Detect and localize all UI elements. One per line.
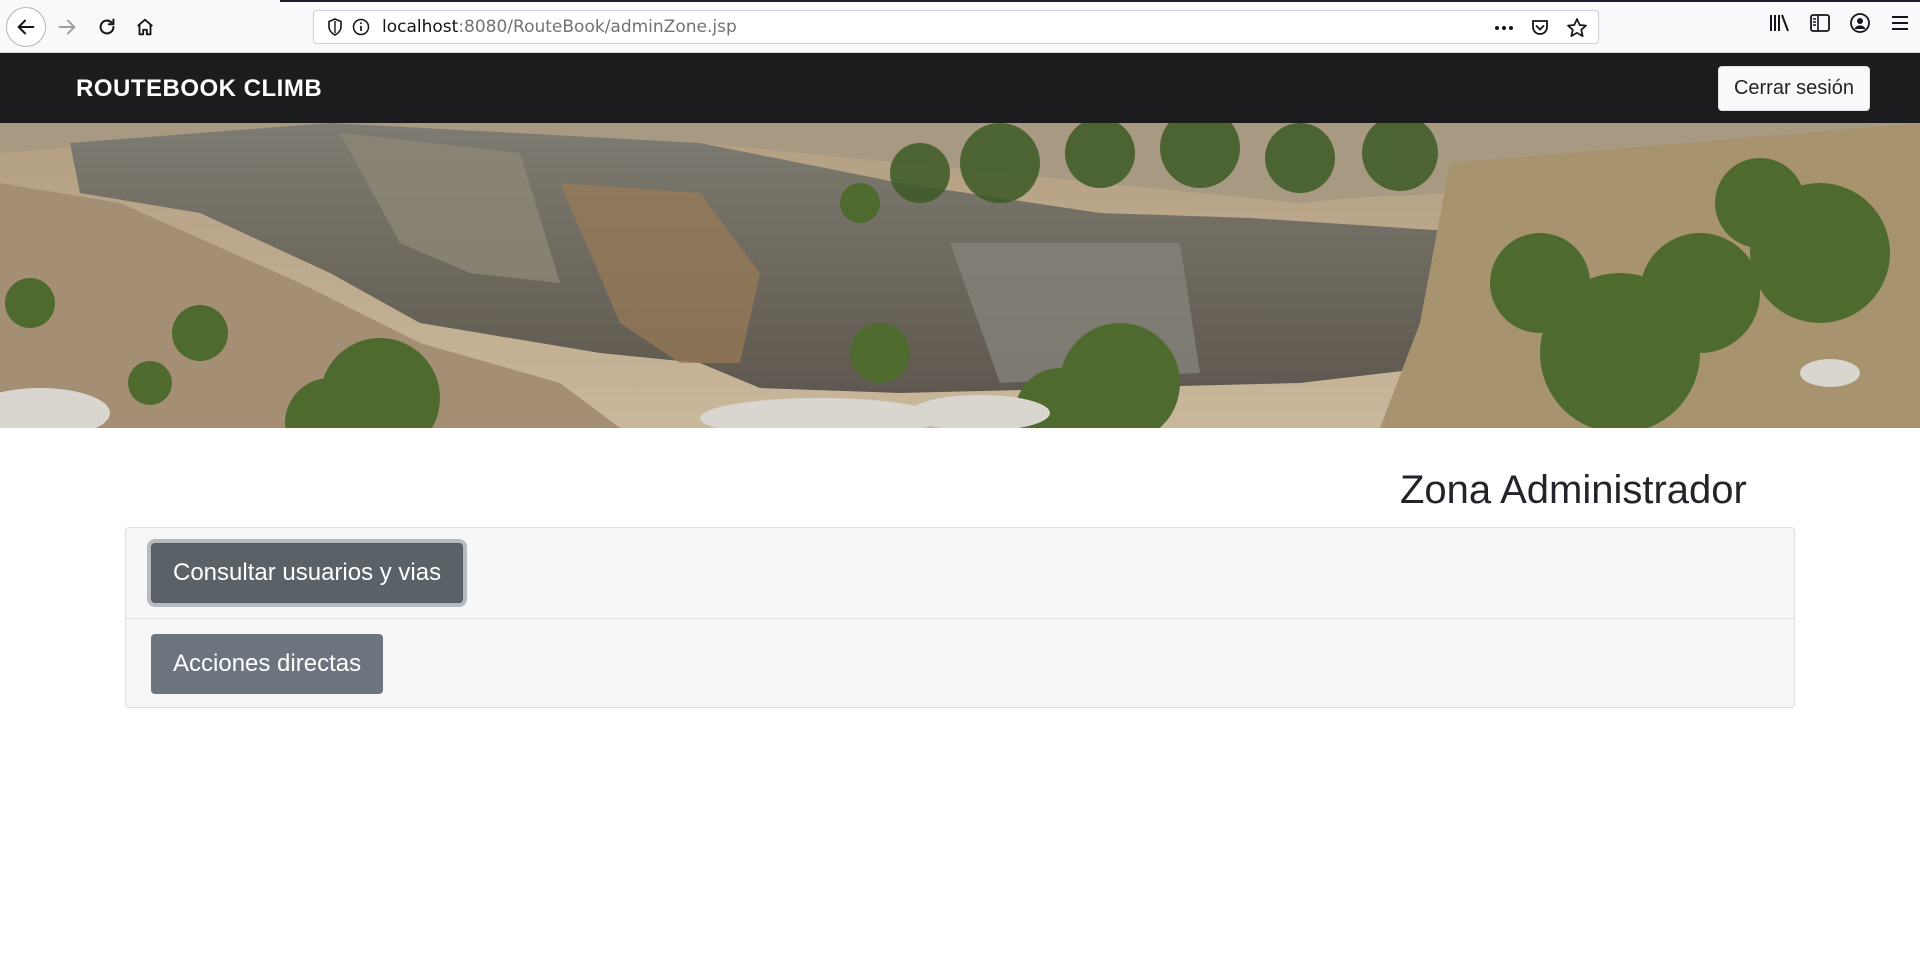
view-users-routes-button[interactable]: Consultar usuarios y vias [151, 543, 464, 603]
brand-name-bold: CLIMB [243, 75, 323, 102]
browser-toolbar: localhost:8080/RouteBook/adminZone.jsp [0, 0, 1920, 53]
url-text[interactable]: localhost:8080/RouteBook/adminZone.jsp [382, 17, 737, 37]
url-path: :8080/RouteBook/adminZone.jsp [458, 17, 737, 37]
admin-actions-card: Consultar usuarios y vias Acciones direc… [125, 527, 1795, 708]
cliff-landscape-image [0, 123, 1920, 428]
direct-actions-button[interactable]: Acciones directas [151, 634, 384, 694]
card-row-users: Consultar usuarios y vias [126, 528, 1794, 618]
hero-image [0, 123, 1920, 428]
card-row-actions: Acciones directas [126, 618, 1794, 709]
page-title: Zona Administrador [1400, 468, 1747, 512]
info-icon[interactable] [352, 18, 370, 36]
brand-name: ROUTEBOOK [76, 75, 237, 102]
logout-button[interactable]: Cerrar sesión [1717, 66, 1870, 111]
sidebar-icon[interactable] [1800, 13, 1840, 33]
url-bar[interactable]: localhost:8080/RouteBook/adminZone.jsp [313, 10, 1599, 44]
brand-logo[interactable]: ROUTEBOOK CLIMB [76, 53, 322, 125]
arrow-left-icon [17, 19, 35, 35]
site-navbar: ROUTEBOOK CLIMB Cerrar sesión [0, 53, 1920, 123]
more-actions-icon[interactable] [1494, 18, 1514, 38]
url-host: localhost [382, 17, 459, 37]
shield-icon[interactable] [326, 18, 344, 36]
arrow-right-icon [58, 19, 76, 35]
account-icon[interactable] [1840, 12, 1880, 34]
forward-button[interactable] [50, 10, 84, 44]
pocket-icon[interactable] [1530, 18, 1550, 38]
library-icon[interactable] [1760, 13, 1800, 33]
home-button[interactable] [128, 10, 162, 44]
menu-icon[interactable] [1880, 14, 1920, 32]
back-button[interactable] [6, 7, 46, 47]
bookmark-star-icon[interactable] [1566, 17, 1588, 39]
reload-icon [99, 18, 115, 35]
window-accent-line [280, 0, 1920, 2]
reload-button[interactable] [90, 10, 124, 44]
home-icon [137, 18, 153, 36]
